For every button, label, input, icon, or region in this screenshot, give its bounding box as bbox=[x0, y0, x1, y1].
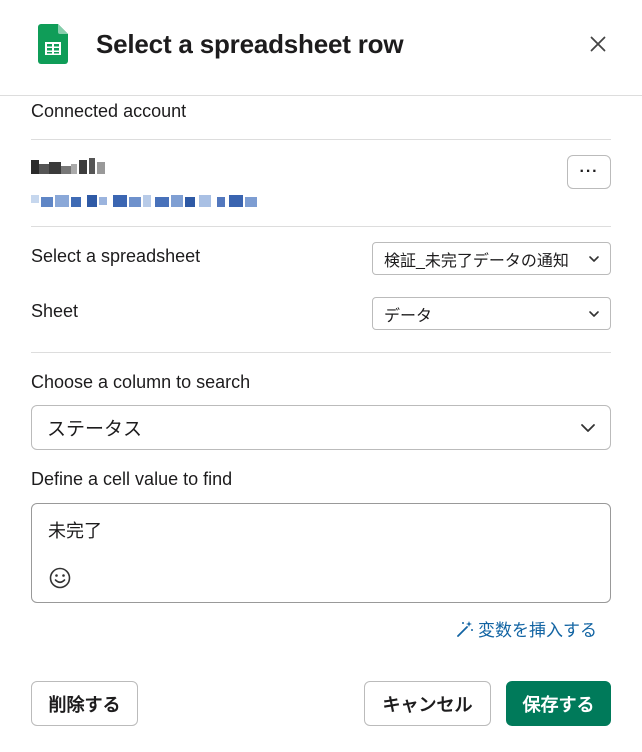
modal-header: Select a spreadsheet row bbox=[0, 0, 642, 96]
sheet-select-value: データ bbox=[384, 307, 433, 325]
column-select-value: ステータス bbox=[47, 419, 143, 440]
cell-value-text: 未完了 bbox=[48, 521, 102, 541]
chevron-down-icon bbox=[589, 311, 599, 317]
google-sheets-icon bbox=[38, 24, 68, 64]
account-more-button[interactable]: ··· bbox=[567, 155, 611, 189]
cell-value-input[interactable]: 未完了 bbox=[31, 503, 611, 603]
cell-value-label: Define a cell value to find bbox=[31, 469, 233, 489]
delete-button[interactable]: 削除する bbox=[31, 681, 138, 726]
emoji-smile-icon[interactable] bbox=[48, 566, 72, 590]
sheet-select[interactable]: データ bbox=[372, 297, 611, 330]
account-name-redacted bbox=[31, 158, 105, 174]
divider bbox=[31, 226, 611, 227]
modal-title: Select a spreadsheet row bbox=[96, 29, 404, 59]
cancel-button[interactable]: キャンセル bbox=[364, 681, 491, 726]
close-icon bbox=[590, 36, 606, 52]
insert-variable-link[interactable]: 変数を挿入する bbox=[456, 616, 597, 641]
select-spreadsheet-label: Select a spreadsheet bbox=[31, 246, 201, 266]
magic-wand-icon bbox=[457, 620, 473, 637]
connected-account-label: Connected account bbox=[31, 101, 187, 121]
divider bbox=[31, 352, 611, 353]
spreadsheet-select-value: 検証_未完了データの通知 bbox=[384, 252, 569, 270]
insert-variable-label: 変数を挿入する bbox=[478, 621, 597, 640]
chevron-down-icon bbox=[581, 424, 595, 432]
save-button[interactable]: 保存する bbox=[506, 681, 611, 726]
column-select[interactable]: ステータス bbox=[31, 405, 611, 450]
sheet-label: Sheet bbox=[31, 301, 79, 321]
chevron-down-icon bbox=[589, 256, 599, 262]
more-options-icon: ··· bbox=[579, 163, 599, 180]
close-button[interactable] bbox=[582, 28, 614, 60]
choose-column-label: Choose a column to search bbox=[31, 372, 251, 392]
spreadsheet-select[interactable]: 検証_未完了データの通知 bbox=[372, 242, 611, 275]
divider bbox=[31, 139, 611, 140]
account-email-redacted bbox=[31, 195, 257, 207]
